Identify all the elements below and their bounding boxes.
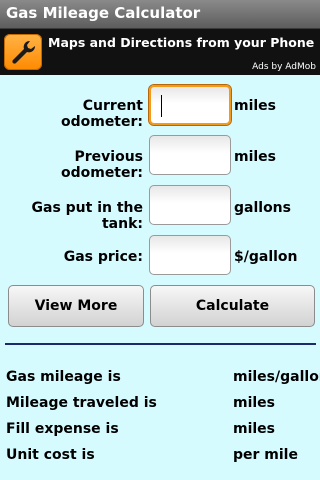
calculate-button[interactable]: Calculate bbox=[150, 285, 315, 327]
previous-odometer-input[interactable] bbox=[149, 135, 231, 175]
previous-odometer-unit: miles bbox=[234, 149, 277, 165]
current-odometer-unit: miles bbox=[234, 98, 277, 114]
ad-banner[interactable]: Maps and Directions from your Phone Ads … bbox=[0, 29, 320, 75]
gas-price-label: Gas price: bbox=[63, 249, 143, 265]
unit-cost-unit: per mile bbox=[233, 447, 298, 463]
mileage-traveled-label: Mileage traveled is bbox=[6, 395, 157, 411]
gas-price-unit: $/gallon bbox=[234, 249, 298, 265]
view-more-button[interactable]: View More bbox=[8, 285, 144, 327]
text-caret bbox=[161, 95, 162, 117]
divider bbox=[5, 343, 316, 345]
wrench-icon bbox=[4, 34, 42, 70]
current-odometer-input[interactable] bbox=[149, 85, 231, 125]
gas-mileage-label: Gas mileage is bbox=[6, 369, 121, 385]
unit-cost-label: Unit cost is bbox=[6, 447, 95, 463]
fill-expense-label: Fill expense is bbox=[6, 421, 119, 437]
mileage-traveled-unit: miles bbox=[233, 395, 276, 411]
previous-odometer-label: Previous odometer: bbox=[60, 149, 143, 181]
title-bar: Gas Mileage Calculator bbox=[0, 0, 320, 29]
ad-attribution: Ads by AdMob bbox=[252, 62, 316, 72]
fill-expense-unit: miles bbox=[233, 421, 276, 437]
gas-price-input[interactable] bbox=[149, 235, 231, 275]
current-odometer-label: Current odometer: bbox=[60, 98, 143, 130]
gas-amount-input[interactable] bbox=[149, 185, 231, 225]
gas-mileage-unit: miles/gallon bbox=[233, 369, 320, 385]
app-title: Gas Mileage Calculator bbox=[6, 4, 201, 22]
ad-text[interactable]: Maps and Directions from your Phone bbox=[48, 35, 314, 50]
gas-amount-label: Gas put in the tank: bbox=[31, 200, 144, 232]
gas-amount-unit: gallons bbox=[234, 200, 291, 216]
